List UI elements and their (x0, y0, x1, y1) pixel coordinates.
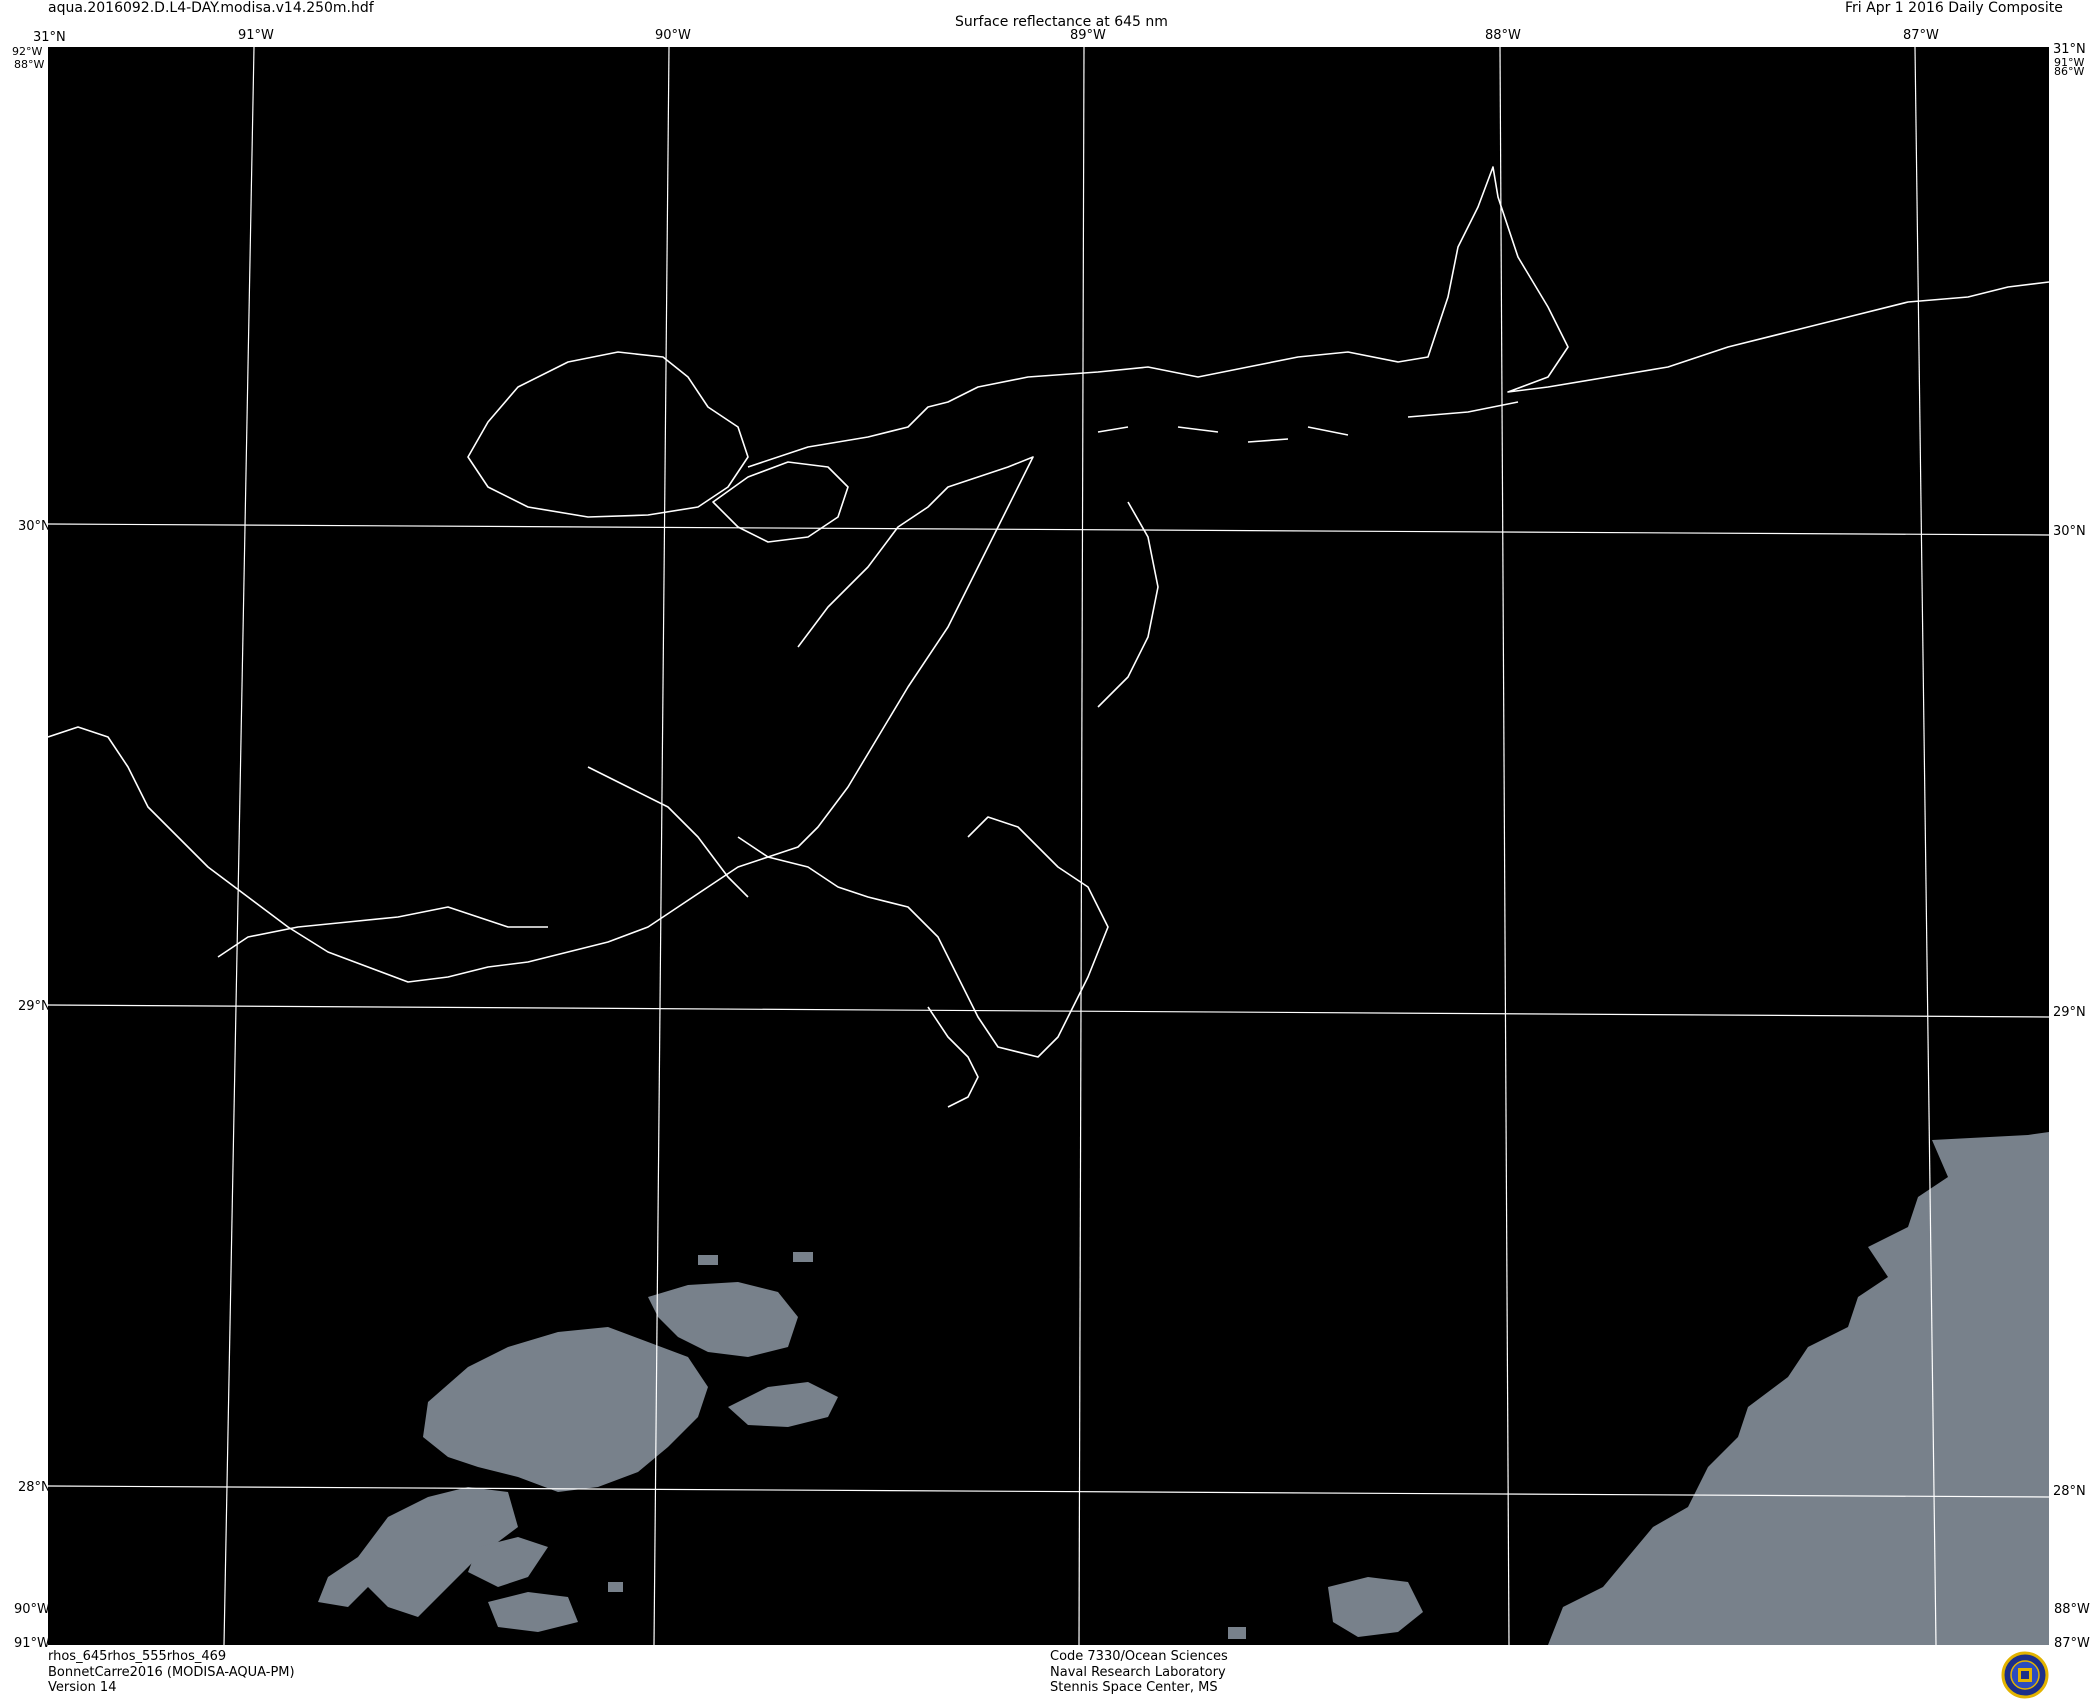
lake-pontchartrain (467, 351, 749, 518)
louisiana-delta-marsh (737, 456, 1034, 858)
lat-label-right: 29°N (2053, 1005, 2086, 1020)
footer-left: rhos_645rhos_555rhos_469 BonnetCarre2016… (48, 1649, 295, 1696)
corner-label: 31°N (33, 30, 66, 45)
parallel-line (48, 1004, 2049, 1018)
top-lon-label: 87°W (1903, 28, 1939, 43)
terrebonne-bay (587, 766, 749, 898)
lat-label-left: 28°N (18, 1480, 51, 1495)
reflectance-dot (793, 1252, 813, 1262)
lake-borgne-shore (712, 461, 849, 543)
map-title: Surface reflectance at 645 nm (955, 14, 1168, 30)
reflectance-dot (1228, 1627, 1246, 1639)
map-canvas (48, 47, 2049, 1645)
corner-label: 87°W (2054, 1636, 2090, 1651)
mississippi-alabama-coast (747, 166, 2049, 468)
lat-label-left: 29°N (18, 999, 51, 1014)
footer-center: Code 7330/Ocean Sciences Naval Research … (1050, 1649, 1228, 1696)
lat-label-right: 28°N (2053, 1484, 2086, 1499)
corner-label: 86°W (2054, 65, 2085, 78)
lat-label-right: 30°N (2053, 524, 2086, 539)
map-image (48, 47, 2049, 1645)
reflectance-patch-offshore (1328, 1577, 1423, 1637)
reflectance-dot (698, 1255, 718, 1265)
footer-version-label: Version 14 (48, 1680, 117, 1695)
reflectance-patch-southwest-main (423, 1327, 708, 1492)
date-label: Fri Apr 1 2016 Daily Composite (1845, 0, 2063, 16)
louisiana-southern-coast (48, 726, 1109, 1058)
coastline (48, 166, 2049, 1108)
footer-lab-label: Naval Research Laboratory (1050, 1664, 1226, 1680)
reflectance-patch-north (648, 1282, 798, 1357)
footer-location-label: Stennis Space Center, MS (1050, 1680, 1218, 1695)
top-lon-label: 91°W (238, 28, 274, 43)
mississippi-river-mouth (927, 1006, 979, 1108)
top-lon-label: 88°W (1485, 28, 1521, 43)
southwest-marsh-outline (217, 906, 548, 958)
reflectance-patches (318, 1132, 2049, 1645)
footer-dataset-label: BonnetCarre2016 (MODISA-AQUA-PM) (48, 1664, 295, 1680)
meridian-line (1499, 47, 1510, 1645)
top-lon-label: 90°W (655, 28, 691, 43)
reflectance-patch-south (488, 1592, 578, 1632)
reflectance-patch-east (728, 1382, 838, 1427)
corner-label: 91°W (14, 1636, 50, 1651)
parallel-line (48, 523, 2049, 536)
footer-product-label: rhos_645rhos_555rhos_469 (48, 1649, 227, 1664)
chandeleur-islands (1097, 501, 1159, 708)
graticule (48, 47, 2049, 1645)
nrl-seal-icon (2001, 1651, 2049, 1699)
corner-label: 90°W (14, 1602, 50, 1617)
top-lon-label: 89°W (1070, 28, 1106, 43)
reflectance-dot (608, 1582, 623, 1592)
corner-label: 88°W (14, 58, 45, 71)
mississippi-barrier-islands (1097, 426, 1349, 443)
corner-label: 88°W (2054, 1602, 2090, 1617)
meridian-line (223, 47, 255, 1645)
reflectance-patch-southeast (1548, 1132, 2049, 1645)
meridian-line (1078, 47, 1085, 1645)
footer-code-label: Code 7330/Ocean Sciences (1050, 1649, 1228, 1664)
lat-label-left: 30°N (18, 519, 51, 534)
filename-label: aqua.2016092.D.L4-DAY.modisa.v14.250m.hd… (48, 0, 374, 16)
